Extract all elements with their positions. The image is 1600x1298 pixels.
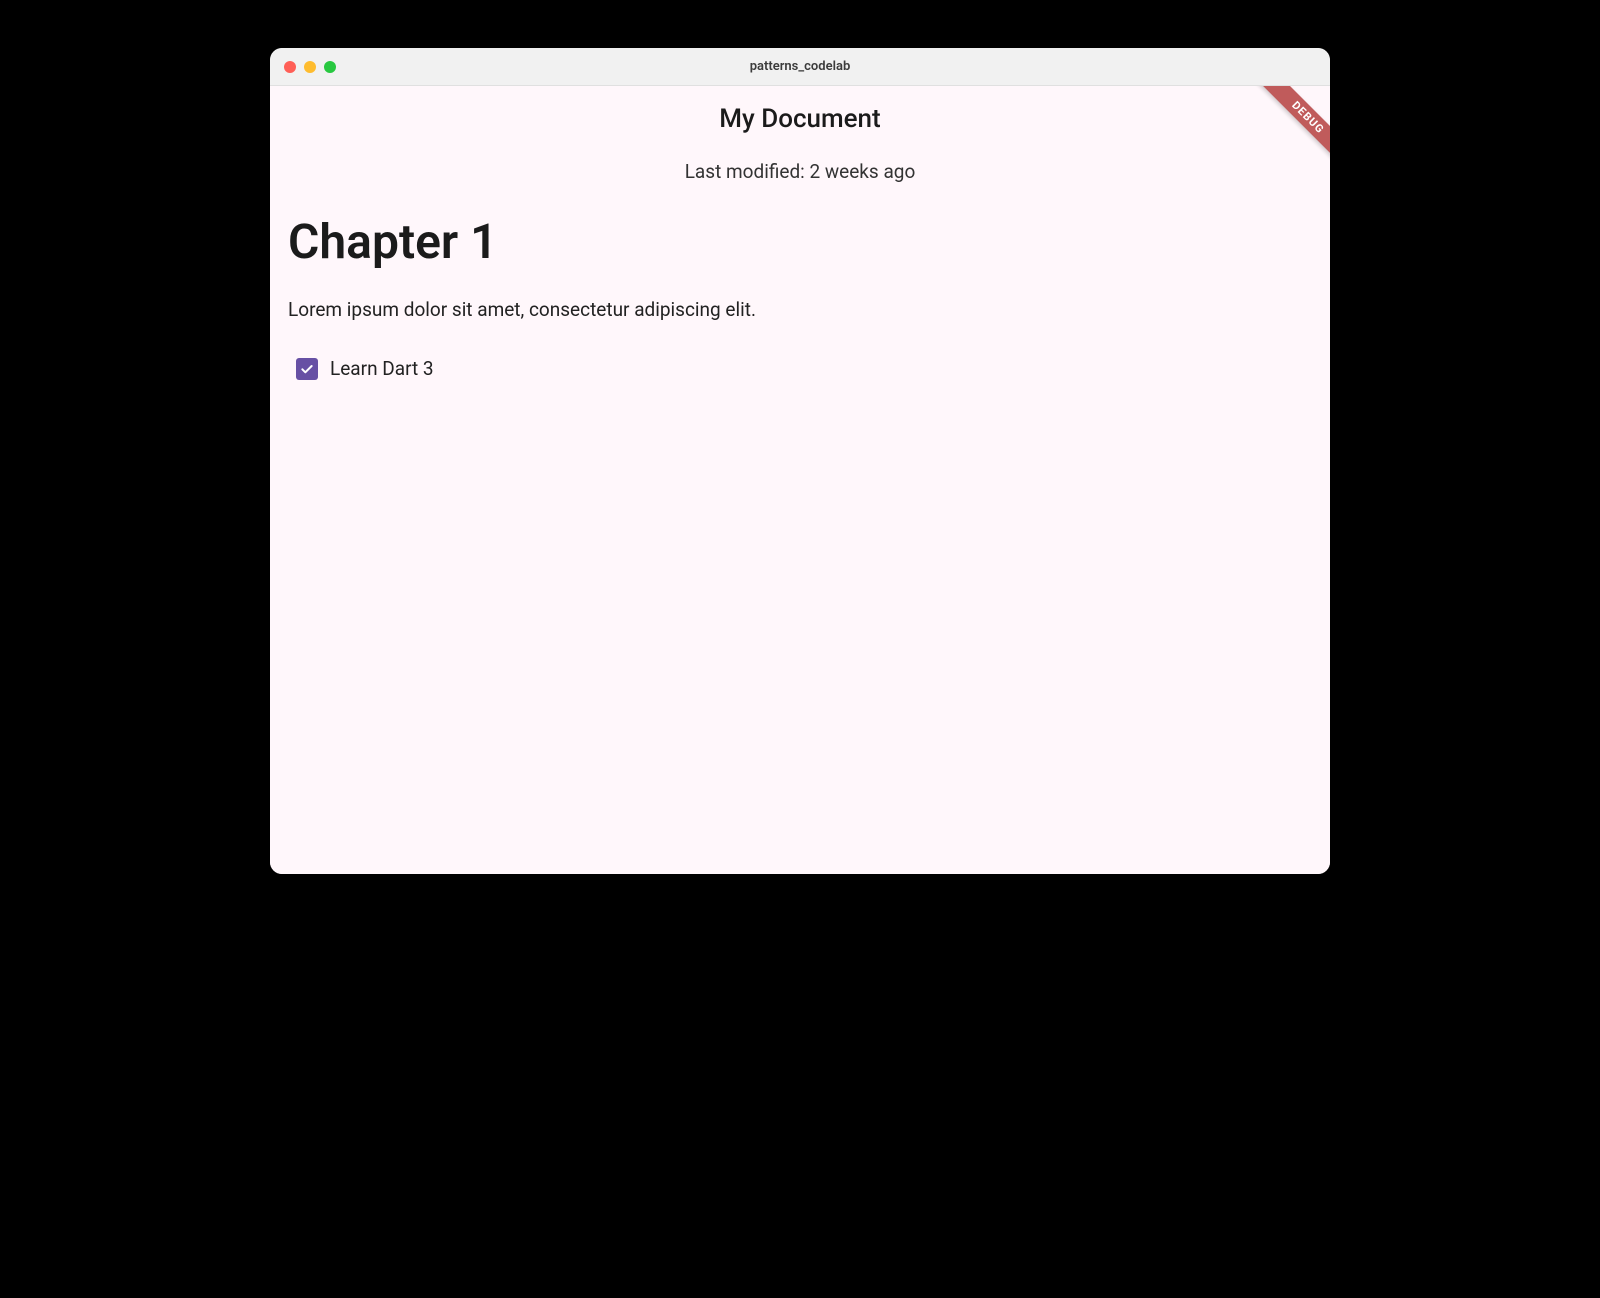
window-title: patterns_codelab [270,59,1330,74]
todo-label: Learn Dart 3 [330,357,434,380]
todo-checkbox[interactable] [296,358,318,380]
traffic-lights [284,61,336,73]
check-icon [299,361,315,377]
titlebar[interactable]: patterns_codelab [270,48,1330,86]
maximize-window-button[interactable] [324,61,336,73]
page-title: My Document [270,86,1330,134]
close-window-button[interactable] [284,61,296,73]
last-modified-subtitle: Last modified: 2 weeks ago [270,160,1330,183]
todo-item: Learn Dart 3 [288,357,1312,380]
chapter-heading: Chapter 1 [288,213,1312,270]
app-window: patterns_codelab DEBUG My Document Last … [270,48,1330,874]
body-paragraph: Lorem ipsum dolor sit amet, consectetur … [288,298,1312,321]
minimize-window-button[interactable] [304,61,316,73]
document-content: Chapter 1 Lorem ipsum dolor sit amet, co… [270,183,1330,380]
app-body: DEBUG My Document Last modified: 2 weeks… [270,86,1330,874]
